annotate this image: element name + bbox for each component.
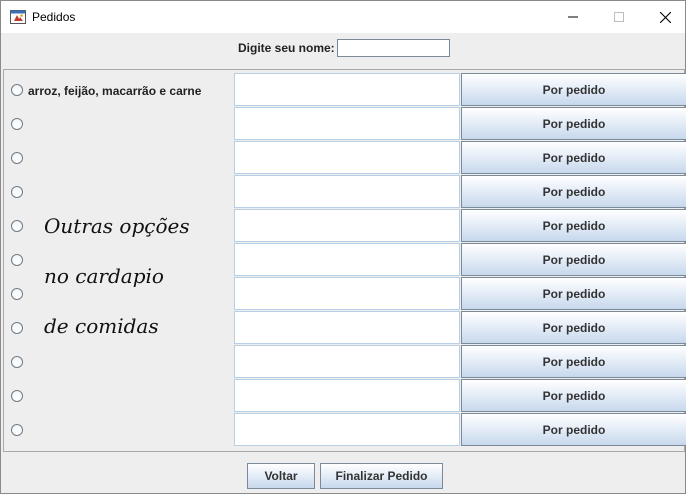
pedidos-window: Pedidos Digite seu nome: arroz, feijão, … bbox=[0, 0, 686, 494]
title-bar[interactable]: Pedidos bbox=[1, 1, 685, 33]
option-radio[interactable] bbox=[11, 84, 23, 96]
name-label: Digite seu nome: bbox=[238, 41, 335, 55]
finish-order-button[interactable]: Finalizar Pedido bbox=[320, 463, 443, 489]
order-button[interactable]: Por pedido bbox=[461, 311, 686, 344]
option-radio[interactable] bbox=[11, 118, 23, 130]
order-text-field[interactable] bbox=[234, 141, 460, 174]
option-radio[interactable] bbox=[11, 186, 23, 198]
option-radio[interactable] bbox=[11, 254, 23, 266]
close-icon bbox=[659, 11, 671, 23]
option-radio[interactable] bbox=[11, 152, 23, 164]
minimize-icon bbox=[568, 16, 578, 18]
order-text-field[interactable] bbox=[234, 107, 460, 140]
order-button[interactable]: Por pedido bbox=[461, 379, 686, 412]
order-button[interactable]: Por pedido bbox=[461, 107, 686, 140]
maximize-button[interactable] bbox=[596, 1, 642, 33]
order-button[interactable]: Por pedido bbox=[461, 73, 686, 106]
order-button[interactable]: Por pedido bbox=[461, 175, 686, 208]
order-button[interactable]: Por pedido bbox=[461, 209, 686, 242]
maximize-icon bbox=[614, 12, 624, 22]
order-text-field[interactable] bbox=[234, 243, 460, 276]
option-label: arroz, feijão, macarrão e carne bbox=[28, 84, 202, 98]
overlay-text-line: Outras opções bbox=[44, 214, 190, 238]
order-text-field[interactable] bbox=[234, 73, 460, 106]
option-radio[interactable] bbox=[11, 220, 23, 232]
order-text-field[interactable] bbox=[234, 277, 460, 310]
java-app-icon bbox=[10, 10, 26, 24]
minimize-button[interactable] bbox=[550, 1, 596, 33]
order-text-field[interactable] bbox=[234, 345, 460, 378]
overlay-text-line: de comidas bbox=[44, 314, 159, 338]
order-button[interactable]: Por pedido bbox=[461, 141, 686, 174]
close-button[interactable] bbox=[642, 1, 686, 33]
overlay-text-line: no cardapio bbox=[44, 264, 164, 288]
menu-panel: arroz, feijão, macarrão e carne Por pedid… bbox=[3, 69, 686, 452]
order-button[interactable]: Por pedido bbox=[461, 243, 686, 276]
order-text-field[interactable] bbox=[234, 175, 460, 208]
order-text-field[interactable] bbox=[234, 379, 460, 412]
option-radio[interactable] bbox=[11, 322, 23, 334]
option-radio[interactable] bbox=[11, 390, 23, 402]
option-radio[interactable] bbox=[11, 356, 23, 368]
order-text-field[interactable] bbox=[234, 413, 460, 446]
name-input[interactable] bbox=[337, 39, 450, 57]
option-radio[interactable] bbox=[11, 424, 23, 436]
window-title: Pedidos bbox=[32, 10, 76, 24]
order-button[interactable]: Por pedido bbox=[461, 413, 686, 446]
order-text-field[interactable] bbox=[234, 209, 460, 242]
order-button[interactable]: Por pedido bbox=[461, 277, 686, 310]
order-button[interactable]: Por pedido bbox=[461, 345, 686, 378]
option-radio[interactable] bbox=[11, 288, 23, 300]
back-button[interactable]: Voltar bbox=[247, 463, 315, 489]
order-text-field[interactable] bbox=[234, 311, 460, 344]
